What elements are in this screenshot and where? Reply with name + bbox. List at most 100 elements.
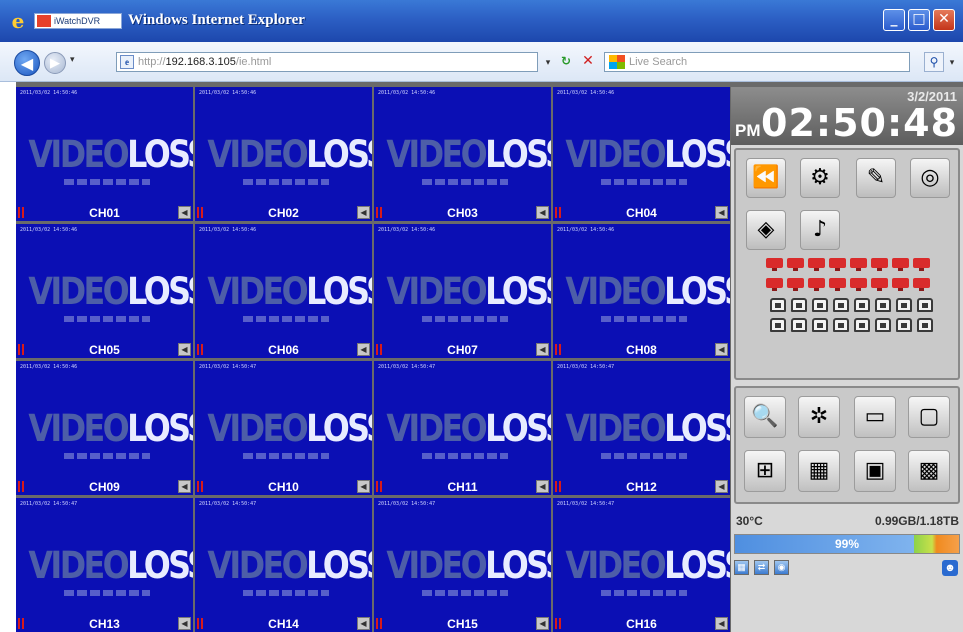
video-tile[interactable]: 2011/03/02 14:50:46 VIDEOLOSS CH07 ◀	[374, 224, 551, 358]
sensor-icon	[917, 298, 933, 312]
minimize-button[interactable]: _	[883, 9, 905, 31]
layout-13-icon[interactable]: ▣	[854, 450, 896, 492]
search-button[interactable]: ⚲	[924, 52, 944, 72]
video-tile[interactable]: 2011/03/02 14:50:46 VIDEOLOSS CH08 ◀	[553, 224, 730, 358]
video-tile[interactable]: 2011/03/02 14:50:46 VIDEOLOSS CH09 ◀	[16, 361, 193, 495]
speaker-icon[interactable]: ◀	[715, 480, 728, 493]
app-logo-icon	[37, 15, 51, 27]
address-bar[interactable]: e http://192.168.3.105/ie.html	[116, 52, 538, 72]
connection-icon[interactable]: ⇄	[754, 560, 769, 575]
back-button[interactable]: ◀	[14, 50, 40, 76]
ptz-icon[interactable]: ◈	[746, 210, 786, 250]
layout-9-icon[interactable]: ▦	[798, 450, 840, 492]
alarm-out-icon[interactable]	[913, 278, 930, 291]
video-loss-word2: LOSS	[664, 270, 730, 313]
alarm-out-icon[interactable]	[892, 258, 909, 271]
log-icon[interactable]: ✎	[856, 158, 896, 198]
alarm-out-icon[interactable]	[850, 278, 867, 291]
channel-label: CH03	[447, 206, 478, 220]
video-tile[interactable]: 2011/03/02 14:50:47 VIDEOLOSS CH10 ◀	[195, 361, 372, 495]
speaker-icon[interactable]: ◀	[536, 617, 549, 630]
snapshot-icon[interactable]: ◎	[910, 158, 950, 198]
speaker-icon[interactable]: ◀	[357, 206, 370, 219]
search-input[interactable]: Live Search	[604, 52, 910, 72]
speaker-icon[interactable]: ◀	[715, 343, 728, 356]
window-title-bar: e iWatchDVR Windows Internet Explorer _ …	[0, 0, 963, 42]
layout-16-icon[interactable]: ▩	[908, 450, 950, 492]
video-loss-word2: LOSS	[306, 407, 372, 450]
maximize-button[interactable]: □	[908, 9, 930, 31]
video-loss-word1: VIDEO	[386, 407, 487, 450]
speaker-icon[interactable]: ◀	[536, 206, 549, 219]
audio-icon[interactable]: ♪	[800, 210, 840, 250]
alarm-out-icon[interactable]	[829, 258, 846, 271]
stop-button[interactable]: ✕	[578, 51, 598, 71]
playback-icon[interactable]: ⏪	[746, 158, 786, 198]
video-tile[interactable]: 2011/03/02 14:50:47 VIDEOLOSS CH15 ◀	[374, 498, 551, 632]
video-tile[interactable]: 2011/03/02 14:50:46 VIDEOLOSS CH02 ◀	[195, 87, 372, 221]
alarm-out-icon[interactable]	[808, 278, 825, 291]
speaker-icon[interactable]: ◀	[715, 206, 728, 219]
speaker-icon[interactable]: ◀	[357, 480, 370, 493]
search-options-icon[interactable]: ▾	[946, 52, 958, 72]
video-tile[interactable]: 2011/03/02 14:50:46 VIDEOLOSS CH04 ◀	[553, 87, 730, 221]
settings-icon[interactable]: ✲	[798, 396, 840, 438]
speaker-icon[interactable]: ◀	[178, 206, 191, 219]
alarm-out-icon[interactable]	[871, 258, 888, 271]
tile-timestamp: 2011/03/02 14:50:47	[378, 364, 436, 370]
layout-fullscreen-icon[interactable]: ▢	[908, 396, 950, 438]
alarm-out-icon[interactable]	[766, 278, 783, 291]
video-tile[interactable]: 2011/03/02 14:50:46 VIDEOLOSS CH05 ◀	[16, 224, 193, 358]
video-loss-word2: LOSS	[306, 270, 372, 313]
remote-config-icon[interactable]: ⚙	[800, 158, 840, 198]
layout-4-icon[interactable]: ⊞	[744, 450, 786, 492]
speaker-icon[interactable]: ◀	[536, 480, 549, 493]
address-dropdown-icon[interactable]: ▾	[540, 53, 556, 71]
speaker-icon[interactable]: ◀	[357, 617, 370, 630]
alarm-out-icon[interactable]	[787, 278, 804, 291]
alarm-out-icon[interactable]	[892, 278, 909, 291]
sensor-icon	[833, 298, 849, 312]
search-icon[interactable]: 🔍	[744, 396, 786, 438]
speaker-icon[interactable]: ◀	[178, 617, 191, 630]
speaker-icon[interactable]: ◀	[536, 343, 549, 356]
alarm-out-icon[interactable]	[871, 278, 888, 291]
refresh-button[interactable]: ↻	[556, 51, 576, 71]
speaker-icon[interactable]: ◀	[178, 343, 191, 356]
layout-single-icon[interactable]: ▭	[854, 396, 896, 438]
forward-button[interactable]: ▶	[44, 52, 66, 74]
video-tile[interactable]: 2011/03/02 14:50:46 VIDEOLOSS CH01 ◀	[16, 87, 193, 221]
tile-footer: CH11 ◀	[374, 477, 551, 495]
address-text[interactable]: http://192.168.3.105/ie.html	[138, 56, 271, 68]
sensor-icon	[917, 318, 933, 332]
user-icon[interactable]: ☻	[942, 560, 958, 576]
alarm-out-icon[interactable]	[787, 258, 804, 271]
alarm-out-icon[interactable]	[913, 258, 930, 271]
alarm-out-icon[interactable]	[766, 258, 783, 271]
network-icon[interactable]: ▦	[734, 560, 749, 575]
alarm-out-icon[interactable]	[808, 258, 825, 271]
tile-timestamp: 2011/03/02 14:50:46	[378, 90, 436, 96]
tile-footer: CH03 ◀	[374, 203, 551, 221]
tile-timestamp: 2011/03/02 14:50:46	[199, 90, 257, 96]
alarm-out-icon[interactable]	[829, 278, 846, 291]
tile-timestamp: 2011/03/02 14:50:46	[20, 227, 78, 233]
history-dropdown-icon[interactable]: ▾	[70, 54, 75, 65]
speaker-icon[interactable]: ◀	[357, 343, 370, 356]
close-button[interactable]: ✕	[933, 9, 955, 31]
text-reflection	[64, 316, 150, 322]
video-loss-word2: LOSS	[127, 544, 193, 587]
globe-icon[interactable]: ◉	[774, 560, 789, 575]
video-tile[interactable]: 2011/03/02 14:50:47 VIDEOLOSS CH16 ◀	[553, 498, 730, 632]
video-tile[interactable]: 2011/03/02 14:50:46 VIDEOLOSS CH06 ◀	[195, 224, 372, 358]
video-tile[interactable]: 2011/03/02 14:50:47 VIDEOLOSS CH13 ◀	[16, 498, 193, 632]
speaker-icon[interactable]: ◀	[715, 617, 728, 630]
video-tile[interactable]: 2011/03/02 14:50:47 VIDEOLOSS CH14 ◀	[195, 498, 372, 632]
alarm-out-icon[interactable]	[850, 258, 867, 271]
tile-footer: CH15 ◀	[374, 614, 551, 632]
speaker-icon[interactable]: ◀	[178, 480, 191, 493]
video-tile[interactable]: 2011/03/02 14:50:46 VIDEOLOSS CH03 ◀	[374, 87, 551, 221]
video-loss-word1: VIDEO	[565, 407, 666, 450]
video-tile[interactable]: 2011/03/02 14:50:47 VIDEOLOSS CH11 ◀	[374, 361, 551, 495]
video-tile[interactable]: 2011/03/02 14:50:47 VIDEOLOSS CH12 ◀	[553, 361, 730, 495]
